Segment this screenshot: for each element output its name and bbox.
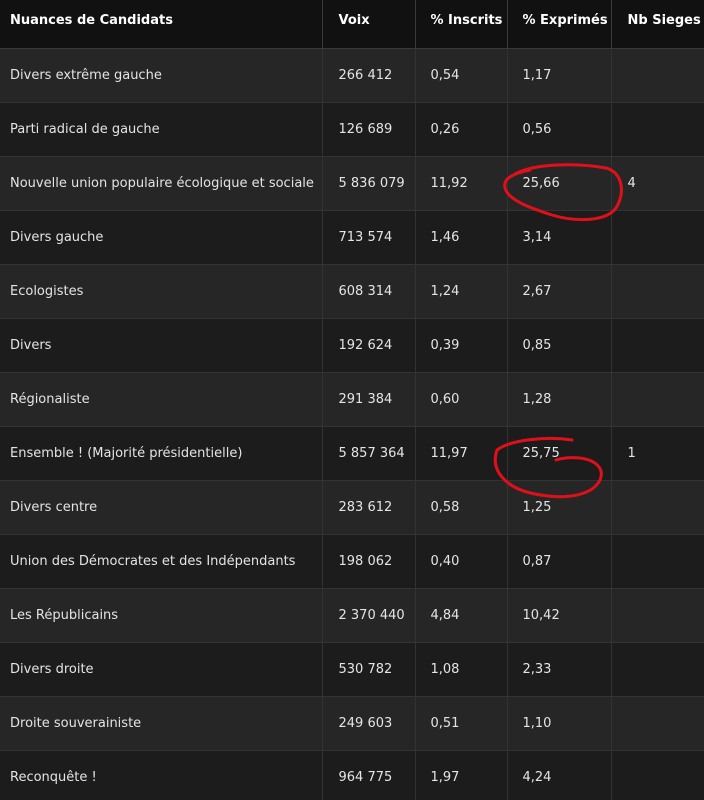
cell-pct-inscrits: 11,92: [415, 156, 508, 211]
cell-pct-inscrits: 1,97: [415, 750, 508, 800]
cell-pct-inscrits: 1,24: [415, 264, 508, 319]
cell-nb-sieges: 4: [611, 156, 704, 211]
cell-voix: 964 775: [322, 750, 416, 800]
cell-voix: 126 689: [322, 102, 416, 157]
cell-pct-inscrits: 0,58: [415, 480, 508, 535]
cell-pct-exprimes: 25,75: [507, 426, 612, 481]
cell-nuance: Nouvelle union populaire écologique et s…: [0, 156, 323, 211]
table-row: Ensemble ! (Majorité présidentielle) 5 85…: [0, 426, 704, 481]
cell-pct-inscrits: 0,51: [415, 696, 508, 751]
header-pct-inscrits: % Inscrits: [415, 0, 508, 49]
header-nuances: Nuances de Candidats: [0, 0, 323, 49]
cell-voix: 192 624: [322, 318, 416, 373]
table-row: Reconquête ! 964 775 1,97 4,24: [0, 750, 704, 800]
cell-pct-inscrits: 0,54: [415, 48, 508, 103]
cell-pct-exprimes: 1,17: [507, 48, 612, 103]
cell-pct-inscrits: 11,97: [415, 426, 508, 481]
cell-voix: 608 314: [322, 264, 416, 319]
table-row: Divers gauche 713 574 1,46 3,14: [0, 210, 704, 265]
cell-voix: 283 612: [322, 480, 416, 535]
table-row: Divers 192 624 0,39 0,85: [0, 318, 704, 373]
table-row: Nouvelle union populaire écologique et s…: [0, 156, 704, 211]
cell-pct-exprimes: 3,14: [507, 210, 612, 265]
cell-pct-inscrits: 0,39: [415, 318, 508, 373]
cell-nuance: Régionaliste: [0, 372, 323, 427]
table-row: Divers droite 530 782 1,08 2,33: [0, 642, 704, 697]
cell-nb-sieges: [611, 48, 704, 103]
cell-voix: 291 384: [322, 372, 416, 427]
cell-voix: 2 370 440: [322, 588, 416, 643]
cell-pct-inscrits: 4,84: [415, 588, 508, 643]
cell-nb-sieges: [611, 318, 704, 373]
header-pct-exprimes: % Exprimés: [507, 0, 612, 49]
cell-nuance: Ensemble ! (Majorité présidentielle): [0, 426, 323, 481]
cell-nuance: Divers: [0, 318, 323, 373]
table-row: Divers extrême gauche 266 412 0,54 1,17: [0, 48, 704, 103]
cell-voix: 249 603: [322, 696, 416, 751]
cell-pct-exprimes: 0,87: [507, 534, 612, 589]
cell-pct-exprimes: 10,42: [507, 588, 612, 643]
cell-nuance: Parti radical de gauche: [0, 102, 323, 157]
cell-nb-sieges: [611, 264, 704, 319]
cell-nb-sieges: [611, 534, 704, 589]
cell-voix: 266 412: [322, 48, 416, 103]
table-row: Ecologistes 608 314 1,24 2,67: [0, 264, 704, 319]
cell-nuance: Divers gauche: [0, 210, 323, 265]
cell-pct-exprimes: 1,25: [507, 480, 612, 535]
cell-pct-exprimes: 1,28: [507, 372, 612, 427]
cell-pct-inscrits: 0,40: [415, 534, 508, 589]
table-row: Régionaliste 291 384 0,60 1,28: [0, 372, 704, 427]
cell-nuance: Divers droite: [0, 642, 323, 697]
table-header: Nuances de Candidats Voix % Inscrits % E…: [0, 0, 704, 49]
cell-voix: 198 062: [322, 534, 416, 589]
cell-voix: 713 574: [322, 210, 416, 265]
cell-pct-inscrits: 0,60: [415, 372, 508, 427]
cell-nuance: Les Républicains: [0, 588, 323, 643]
header-row: Nuances de Candidats Voix % Inscrits % E…: [0, 0, 704, 49]
header-nb-sieges: Nb Sieges: [611, 0, 704, 49]
cell-nuance: Reconquête !: [0, 750, 323, 800]
cell-nb-sieges: 1: [611, 426, 704, 481]
table-row: Parti radical de gauche 126 689 0,26 0,56: [0, 102, 704, 157]
table-body: Divers extrême gauche 266 412 0,54 1,17 Part…: [0, 48, 704, 800]
cell-voix: 5 857 364: [322, 426, 416, 481]
table-row: Les Républicains 2 370 440 4,84 10,42: [0, 588, 704, 643]
cell-pct-inscrits: 1,08: [415, 642, 508, 697]
cell-nuance: Union des Démocrates et des Indépendants: [0, 534, 323, 589]
cell-nb-sieges: [611, 480, 704, 535]
cell-nb-sieges: [611, 372, 704, 427]
cell-pct-exprimes: 4,24: [507, 750, 612, 800]
cell-voix: 5 836 079: [322, 156, 416, 211]
table-row: Divers centre 283 612 0,58 1,25: [0, 480, 704, 535]
cell-nb-sieges: [611, 102, 704, 157]
cell-pct-exprimes: 0,85: [507, 318, 612, 373]
cell-nb-sieges: [611, 210, 704, 265]
cell-voix: 530 782: [322, 642, 416, 697]
header-voix: Voix: [322, 0, 416, 49]
cell-pct-exprimes: 25,66: [507, 156, 612, 211]
cell-pct-inscrits: 0,26: [415, 102, 508, 157]
cell-nb-sieges: [611, 642, 704, 697]
cell-nb-sieges: [611, 588, 704, 643]
cell-pct-exprimes: 1,10: [507, 696, 612, 751]
cell-nuance: Ecologistes: [0, 264, 323, 319]
results-table: Nuances de Candidats Voix % Inscrits % E…: [0, 0, 704, 800]
cell-pct-exprimes: 2,67: [507, 264, 612, 319]
cell-nuance: Divers extrême gauche: [0, 48, 323, 103]
results-page: Nuances de Candidats Voix % Inscrits % E…: [0, 0, 704, 800]
cell-nb-sieges: [611, 696, 704, 751]
cell-nuance: Droite souverainiste: [0, 696, 323, 751]
cell-pct-exprimes: 0,56: [507, 102, 612, 157]
cell-pct-inscrits: 1,46: [415, 210, 508, 265]
cell-nb-sieges: [611, 750, 704, 800]
table-row: Union des Démocrates et des Indépendants…: [0, 534, 704, 589]
cell-nuance: Divers centre: [0, 480, 323, 535]
cell-pct-exprimes: 2,33: [507, 642, 612, 697]
table-row: Droite souverainiste 249 603 0,51 1,10: [0, 696, 704, 751]
